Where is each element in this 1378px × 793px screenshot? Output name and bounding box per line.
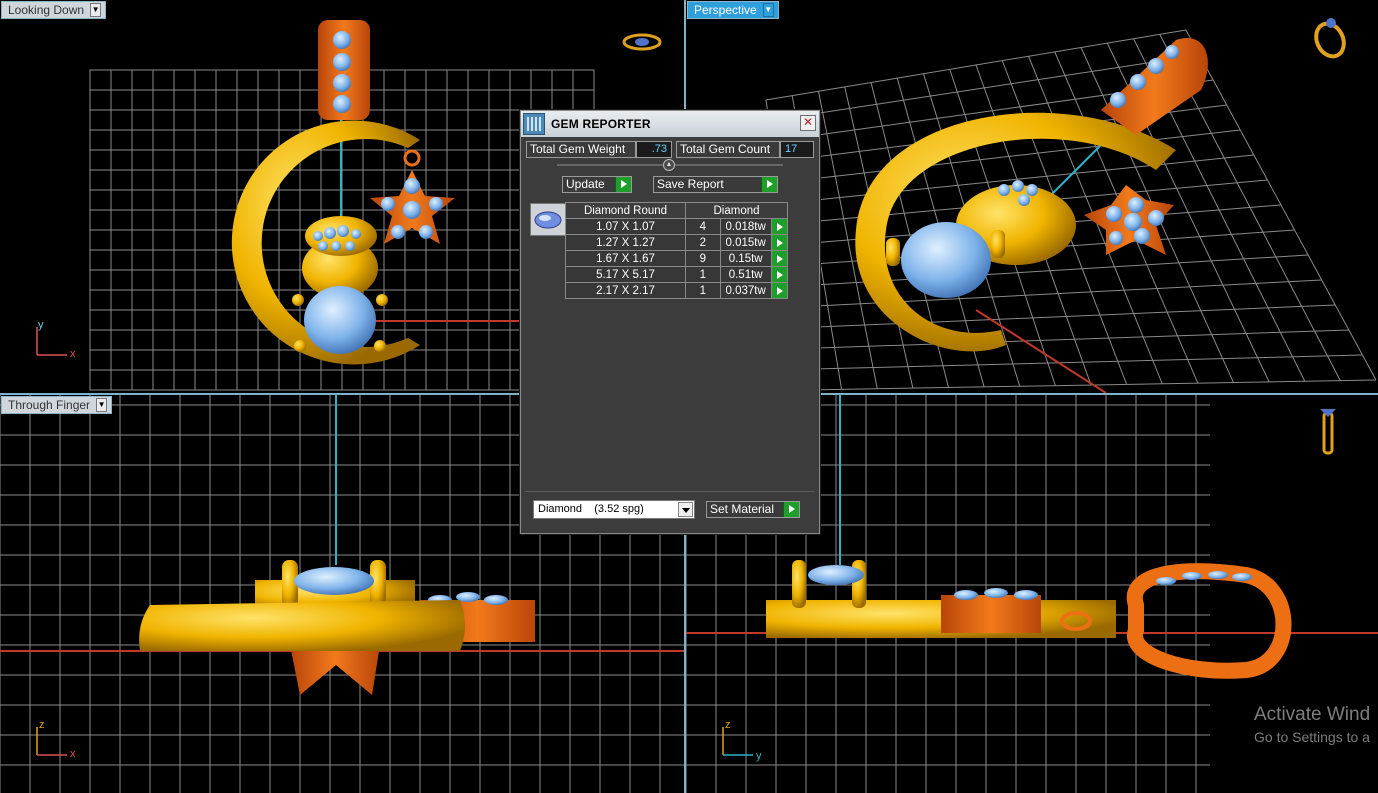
chevron-down-icon[interactable]: [678, 502, 693, 517]
gem-count: 2: [685, 234, 721, 251]
axis-z-label: z: [39, 719, 45, 731]
total-gem-weight-value: .73: [636, 140, 672, 158]
gem-table: Diamond Round Diamond 1.07 X 1.07 4 0.01…: [565, 202, 789, 299]
ring-side-icon: [1320, 409, 1336, 455]
dropdown-icon[interactable]: ▼: [90, 3, 102, 17]
total-gem-count-label: Total Gem Count: [676, 140, 780, 158]
ring-top-icon: [622, 33, 662, 51]
activation-watermark-title: Activate Wind: [1254, 704, 1371, 725]
save-report-button[interactable]: Save Report: [653, 176, 778, 193]
gem-weight: 0.015tw: [719, 234, 772, 251]
viewport-label-through-finger[interactable]: Through Finger ▼: [1, 396, 113, 414]
viewport-label-text: Looking Down: [8, 3, 85, 17]
table-row[interactable]: 5.17 X 5.17 1 0.51tw: [565, 266, 789, 283]
axis-triad: [36, 327, 67, 356]
play-arrow-icon[interactable]: [770, 234, 789, 251]
totals-row: Total Gem Weight .73 Total Gem Count 17: [526, 140, 814, 158]
dialog-titlebar[interactable]: GEM REPORTER ✕: [521, 111, 819, 137]
gem-count: 1: [685, 282, 721, 299]
dialog-title: GEM REPORTER: [551, 117, 651, 131]
dropdown-icon[interactable]: ▼: [762, 3, 774, 17]
play-arrow-icon: [615, 177, 631, 192]
gem-size: 1.07 X 1.07: [565, 218, 686, 235]
save-report-button-label: Save Report: [657, 177, 724, 191]
close-icon[interactable]: ✕: [800, 115, 816, 131]
ring-perspective-icon: [1314, 18, 1346, 59]
gem-size: 5.17 X 5.17: [565, 266, 686, 283]
moon-side: [139, 600, 465, 651]
table-row[interactable]: 1.27 X 1.27 2 0.015tw: [565, 234, 789, 251]
dialog-separator: [525, 491, 815, 492]
gem-size: 1.67 X 1.67: [565, 250, 686, 267]
viewport-label-looking-down[interactable]: Looking Down ▼: [1, 1, 107, 19]
viewport-label-text: Perspective: [694, 3, 757, 17]
gem-count: 1: [685, 266, 721, 283]
bail-side: [1126, 563, 1292, 679]
play-arrow-icon[interactable]: [770, 218, 789, 235]
play-arrow-icon: [761, 177, 777, 192]
axis-z-label: z: [725, 719, 731, 731]
axis-x-label: x: [70, 348, 76, 360]
round-gem-icon: [534, 211, 562, 229]
play-arrow-icon[interactable]: [770, 250, 789, 267]
activation-watermark-subtitle: Go to Settings to a: [1254, 729, 1370, 745]
axis-x-label: x: [70, 748, 76, 760]
diamond-round-thumbnail[interactable]: [530, 203, 566, 236]
gem-table-header: Diamond Round Diamond: [565, 202, 788, 219]
material-select[interactable]: Diamond (3.52 spg): [533, 500, 695, 519]
material-select-value: Diamond (3.52 spg): [538, 503, 644, 515]
gem-size: 1.27 X 1.27: [565, 234, 686, 251]
gem-size: 2.17 X 2.17: [565, 282, 686, 299]
axis-y-label: y: [756, 750, 762, 762]
axis-y-label: y: [38, 319, 44, 331]
gem-reporter-app-icon: [523, 113, 545, 135]
table-row[interactable]: 1.07 X 1.07 4 0.018tw: [565, 218, 789, 235]
center-gem: [304, 286, 376, 354]
play-arrow-icon: [783, 502, 799, 517]
splitter-knob-icon[interactable]: ▲: [663, 159, 675, 171]
gem-count: 4: [685, 218, 721, 235]
gem-weight: 0.018tw: [719, 218, 772, 235]
gem-reporter-dialog: GEM REPORTER ✕ Total Gem Weight .73 Tota…: [520, 110, 820, 534]
play-arrow-icon[interactable]: [770, 266, 789, 283]
bail-perspective: [1101, 38, 1208, 135]
table-row[interactable]: 2.17 X 2.17 1 0.037tw: [565, 282, 789, 299]
update-button[interactable]: Update: [562, 176, 632, 193]
table-row[interactable]: 1.67 X 1.67 9 0.15tw: [565, 250, 789, 267]
viewport-label-text: Through Finger: [8, 398, 91, 412]
gem-weight: 0.51tw: [719, 266, 772, 283]
update-button-label: Update: [566, 177, 605, 191]
gem-weight: 0.037tw: [719, 282, 772, 299]
col-header-shape: Diamond Round: [565, 202, 686, 219]
viewport-label-perspective[interactable]: Perspective ▼: [687, 1, 779, 19]
total-gem-weight-label: Total Gem Weight: [526, 140, 636, 158]
total-gem-count-value: 17: [780, 140, 814, 158]
gem-count: 9: [685, 250, 721, 267]
set-material-button-label: Set Material: [710, 502, 775, 516]
center-gem-perspective: [901, 222, 991, 298]
set-material-button[interactable]: Set Material: [706, 501, 800, 518]
col-header-material: Diamond: [685, 202, 788, 219]
play-arrow-icon[interactable]: [770, 282, 789, 299]
dropdown-icon[interactable]: ▼: [96, 398, 108, 412]
gem-weight: 0.15tw: [719, 250, 772, 267]
